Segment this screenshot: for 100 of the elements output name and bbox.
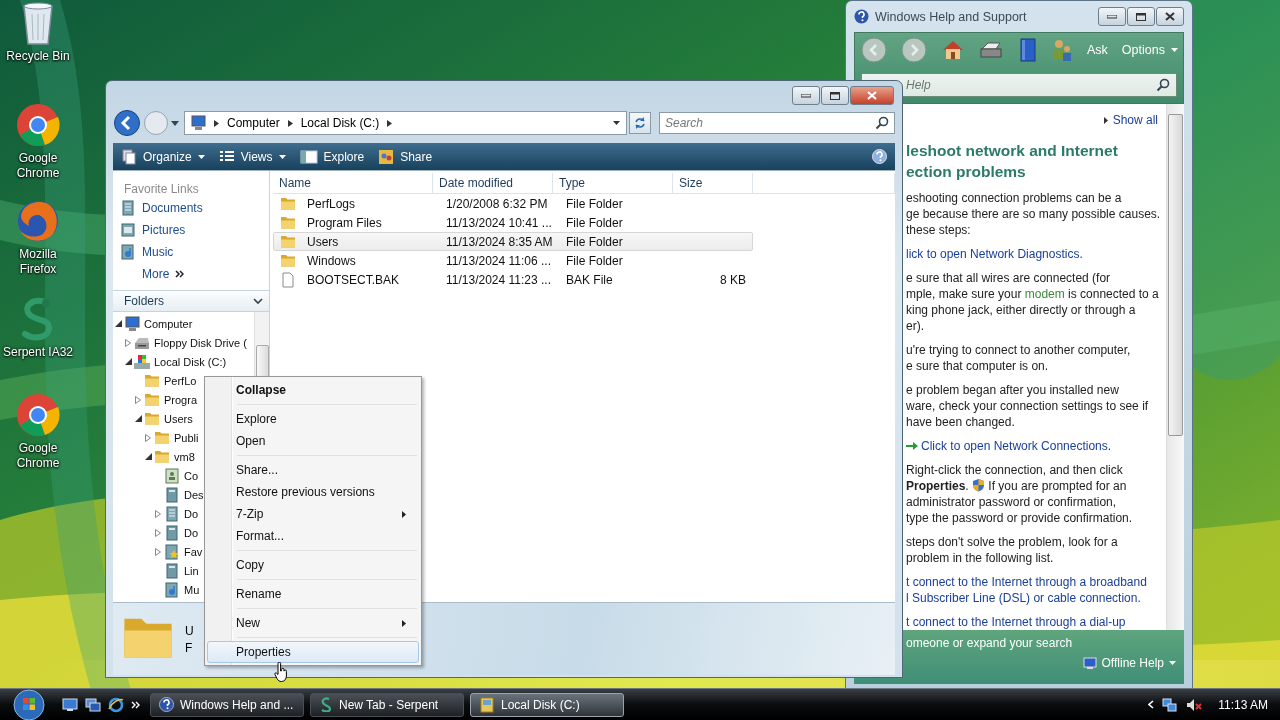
tree-item[interactable]: PerfLo	[113, 371, 197, 390]
minimize-button[interactable]	[792, 86, 820, 105]
clock[interactable]: 11:13 AM	[1218, 697, 1268, 712]
menu-item[interactable]: Open	[207, 430, 419, 452]
tree-item[interactable]: Computer	[113, 314, 193, 333]
toolbar-button[interactable]: Share	[378, 148, 433, 165]
tree-item[interactable]: Publi	[113, 428, 199, 447]
scrollbar[interactable]	[1166, 104, 1184, 631]
column-header[interactable]: Type	[553, 173, 673, 193]
menu-item[interactable]: Format...	[207, 525, 419, 547]
menu-item[interactable]: Copy	[207, 554, 419, 576]
details-text: F	[185, 640, 194, 655]
taskbar-button[interactable]: Windows Help and ...	[150, 692, 304, 717]
menu-item[interactable]: Properties	[207, 641, 419, 663]
folder-icon	[280, 252, 296, 269]
menu-item[interactable]: 7-Zip	[207, 503, 419, 525]
caret-icon	[1170, 48, 1178, 53]
desktop-icon-label[interactable]: Google Chrome	[0, 441, 76, 471]
show-all-link[interactable]: Show all	[1112, 113, 1158, 128]
refresh-button[interactable]	[629, 112, 651, 134]
toolbar-button[interactable]: Views	[218, 149, 286, 164]
help-link[interactable]: t connect to the Internet through a dial-up	[906, 614, 1166, 631]
maximize-button[interactable]	[1127, 7, 1155, 27]
desktop-icon-label[interactable]: Recycle Bin	[0, 49, 76, 64]
menu-item[interactable]: Restore previous versions	[207, 481, 419, 503]
table-cell-text: File Folder	[565, 234, 623, 249]
tree-item[interactable]: Local Disk (C:)	[113, 352, 227, 371]
column-header[interactable]: Name	[273, 173, 433, 193]
book-icon[interactable]	[1019, 38, 1037, 63]
people-icon[interactable]	[1051, 38, 1073, 63]
tree-item[interactable]: Des	[113, 485, 204, 504]
search-icon	[1156, 78, 1170, 93]
menu-item[interactable]: Share...	[207, 459, 419, 481]
desktop-icon-label[interactable]: Google Chrome	[0, 151, 76, 181]
file-row[interactable]: PerfLogs 1/20/2008 6:32 PM File Folder	[273, 194, 753, 213]
maximize-button[interactable]	[821, 86, 849, 105]
tree-item[interactable]: Users	[113, 409, 193, 428]
tree-item[interactable]: Do	[113, 504, 199, 523]
menu-item[interactable]: Collapse	[207, 379, 419, 401]
network-icon[interactable]	[1162, 696, 1179, 713]
tree-item[interactable]: Lin	[113, 561, 199, 580]
favorite-link[interactable]: Documents	[142, 201, 203, 215]
taskbar-button[interactable]: Local Disk (C:)	[470, 692, 624, 717]
maximize-icon	[830, 91, 840, 100]
history-dropdown-icon[interactable]	[171, 120, 179, 126]
column-header[interactable]: Date modified	[433, 173, 553, 193]
browser-icon[interactable]	[108, 696, 124, 713]
file-row[interactable]: Users 11/13/2024 8:35 AM File Folder	[273, 232, 753, 251]
close-button[interactable]	[850, 86, 894, 105]
taskbar-button[interactable]: New Tab - Serpent	[310, 692, 464, 717]
column-header[interactable]: Size	[673, 173, 753, 193]
tree-item[interactable]: Floppy Disk Drive (	[113, 333, 247, 352]
offline-help-button[interactable]: Offline Help	[1082, 656, 1176, 671]
help-link[interactable]: t connect to the Internet through a broadband l Subscriber Line (DSL) or cable connection.	[906, 574, 1166, 607]
minimize-button[interactable]	[1098, 7, 1126, 27]
switch-windows-icon[interactable]	[85, 697, 101, 712]
close-button[interactable]	[1156, 7, 1184, 27]
address-bar[interactable]: Computer Local Disk (C:)	[184, 111, 627, 135]
desktop-icon-label[interactable]: Serpent IA32	[0, 345, 76, 360]
breadcrumb-item[interactable]: Local Disk (C:)	[300, 116, 380, 130]
window-title: Windows Help and Support	[875, 9, 1028, 24]
contacts-icon	[164, 467, 180, 484]
folder-icon	[280, 214, 296, 231]
help-link[interactable]: lick to open Network Diagnostics.	[906, 246, 1166, 263]
file-row[interactable]: BOOTSECT.BAK 11/13/2024 11:23 ... BAK File 8 KB	[273, 270, 753, 289]
back-icon[interactable]	[861, 37, 887, 64]
expanded-arrow-icon	[114, 320, 122, 327]
toolbar-button[interactable]: Explore	[299, 149, 365, 164]
tree-item[interactable]: Progra	[113, 390, 198, 409]
more-link[interactable]: More	[142, 267, 185, 281]
start-button[interactable]	[12, 687, 46, 720]
toolbar-button[interactable]: Organize	[121, 148, 205, 165]
tree-item[interactable]: vm8	[113, 447, 195, 466]
show-desktop-icon[interactable]	[62, 697, 78, 712]
forward-icon[interactable]	[901, 37, 927, 64]
breadcrumb-arrow-icon	[287, 119, 293, 127]
favorite-link[interactable]: Music	[142, 245, 174, 259]
menu-item[interactable]: Explore	[207, 408, 419, 430]
favorite-link[interactable]: Pictures	[142, 223, 186, 237]
folders-header[interactable]: Folders	[113, 290, 269, 312]
tree-item[interactable]: Co	[113, 466, 199, 485]
menu-item[interactable]: New	[207, 612, 419, 634]
glossary-link[interactable]: modem	[1024, 287, 1065, 302]
breadcrumb-item[interactable]: Computer	[227, 116, 280, 130]
file-row[interactable]: Windows 11/13/2024 11:06 ... File Folder	[273, 251, 753, 270]
menu-item[interactable]: Rename	[207, 583, 419, 605]
search-field[interactable]: Help	[861, 73, 1177, 98]
chevron-icon[interactable]	[131, 700, 140, 709]
help-heading: leshoot network and Internet ection problems	[906, 141, 1119, 183]
help-link[interactable]: Click to open Network Connections.	[921, 438, 1112, 455]
library-icon	[164, 524, 180, 541]
desktop-icon-label[interactable]: Mozilla Firefox	[0, 247, 76, 277]
help-icon[interactable]	[872, 149, 887, 164]
file-row[interactable]: Program Files 11/13/2024 10:41 ... File Folder	[273, 213, 753, 232]
back-button[interactable]	[113, 109, 141, 137]
chevron-left-icon[interactable]	[1148, 700, 1155, 709]
tree-item[interactable]: Do	[113, 523, 199, 542]
tree-item[interactable]: Mu	[113, 580, 200, 599]
tree-item[interactable]: Fav	[113, 542, 203, 561]
search-field[interactable]: Search	[659, 112, 895, 134]
